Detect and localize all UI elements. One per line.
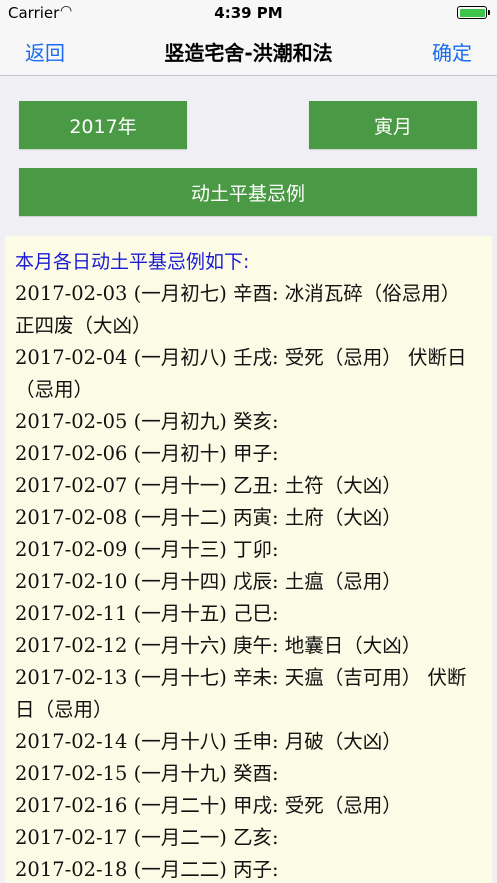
day-entry: 2017-02-09 (一月十三) 丁卯:: [15, 538, 279, 561]
status-bar: Carrier ◠ 4:39 PM: [0, 0, 497, 26]
day-entry: 2017-02-18 (一月二二) 丙子:: [15, 858, 279, 881]
confirm-button[interactable]: 确定: [432, 37, 472, 66]
day-entry: 2017-02-07 (一月十一) 乙丑: 土符（大凶）: [15, 474, 402, 497]
status-time: 4:39 PM: [214, 4, 283, 22]
result-heading: 本月各日动土平基忌例如下:: [15, 251, 250, 273]
day-entry: 2017-02-05 (一月初九) 癸亥:: [15, 410, 279, 433]
day-entry: 2017-02-04 (一月初八) 壬戌: 受死（忌用） 伏断日（忌用）: [15, 346, 467, 401]
day-entry: 2017-02-15 (一月十九) 癸酉:: [15, 762, 279, 785]
day-entry: 2017-02-16 (一月二十) 甲戌: 受死（忌用）: [15, 794, 402, 817]
day-entry: 2017-02-08 (一月十二) 丙寅: 土府（大凶）: [15, 506, 402, 529]
back-button[interactable]: 返回: [25, 37, 65, 66]
day-entry: 2017-02-12 (一月十六) 庚午: 地囊日（大凶）: [15, 634, 422, 657]
day-entry: 2017-02-11 (一月十五) 己巳:: [15, 602, 279, 625]
entry-list: 2017-02-03 (一月初七) 辛酉: 冰消瓦碎（俗忌用） 正四废（大凶） 2…: [15, 278, 482, 883]
day-entry: 2017-02-17 (一月二一) 乙亥:: [15, 826, 279, 849]
year-select-button[interactable]: 2017年: [19, 101, 187, 149]
day-entry: 2017-02-06 (一月初十) 甲子:: [15, 442, 279, 465]
day-entry: 2017-02-10 (一月十四) 戊辰: 土瘟（忌用）: [15, 570, 402, 593]
page-title: 竖造宅舍-洪潮和法: [164, 41, 333, 65]
battery-icon: [457, 6, 490, 19]
taboo-type-button[interactable]: 动土平基忌例: [19, 168, 477, 216]
day-entry: 2017-02-13 (一月十七) 辛未: 天瘟（吉可用） 伏断日（忌用）: [15, 666, 467, 721]
day-entry: 2017-02-14 (一月十八) 壬申: 月破（大凶）: [15, 730, 402, 753]
navigation-bar: 返回 竖造宅舍-洪潮和法 确定: [0, 26, 497, 76]
day-entry: 2017-02-03 (一月初七) 辛酉: 冰消瓦碎（俗忌用） 正四废（大凶）: [15, 282, 461, 337]
month-select-button[interactable]: 寅月: [309, 101, 477, 149]
result-text-view[interactable]: 本月各日动土平基忌例如下: 2017-02-03 (一月初七) 辛酉: 冰消瓦碎…: [5, 236, 492, 883]
